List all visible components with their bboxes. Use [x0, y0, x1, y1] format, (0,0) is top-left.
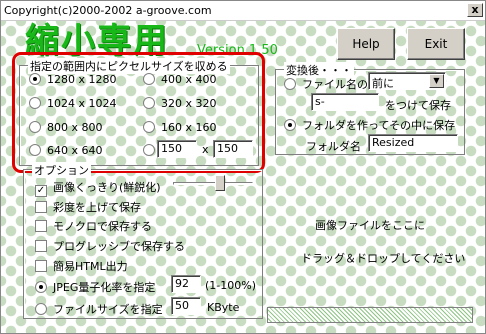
checkbox-icon	[35, 240, 47, 252]
app-logo: 縮小専用	[25, 21, 169, 61]
version-label: Version 1.50	[197, 43, 278, 58]
file-size-unit: KByte	[207, 301, 240, 314]
checkmark-icon: ✓	[35, 185, 47, 197]
chevron-down-icon[interactable]: ▼	[429, 74, 444, 88]
folder-option[interactable]: フォルダを作ってその中に保存	[284, 117, 455, 132]
custom-size-separator: x	[202, 143, 209, 156]
position-select[interactable]: 前に ▼	[368, 72, 446, 90]
radio-icon	[284, 78, 296, 90]
options-group-legend: オプション	[32, 162, 91, 178]
prefix-input[interactable]: s-	[311, 93, 379, 111]
saturation-checkbox[interactable]: 彩度を上げて保存	[35, 199, 141, 214]
jpeg-quality-range: (1-100%)	[205, 279, 256, 292]
radio-icon	[29, 73, 41, 85]
progressive-checkbox[interactable]: プログレッシブで保存する	[35, 238, 185, 253]
app-window: Copyright(c)2000-2002 a-groove.com x 縮小専…	[0, 0, 486, 334]
radio-icon	[284, 119, 296, 131]
radio-icon	[29, 97, 41, 109]
close-button[interactable]: x	[467, 3, 483, 17]
drop-hint-line1: 画像ファイルをここに	[315, 219, 425, 232]
help-button[interactable]: Help	[337, 28, 395, 60]
prefix-suffix-label: をつけて保存	[385, 99, 451, 112]
jpeg-quality-option[interactable]: JPEG量子化率を指定	[35, 279, 155, 294]
sharpen-slider-track[interactable]	[173, 182, 253, 185]
size-group-legend: 指定の範囲内にピクセルサイズを収める	[28, 58, 230, 74]
custom-width-input[interactable]: 150	[157, 140, 197, 158]
exit-button[interactable]: Exit	[407, 28, 465, 60]
drop-hint-line2: ドラッグ＆ドロップしてください	[301, 252, 466, 265]
radio-icon	[143, 144, 155, 156]
file-size-input[interactable]: 50	[171, 297, 201, 315]
checkbox-icon	[35, 220, 47, 232]
size-option-1024[interactable]: 1024 x 1024	[29, 97, 117, 111]
sharpen-slider-thumb[interactable]	[215, 175, 225, 191]
radio-icon	[35, 281, 47, 293]
monochrome-checkbox[interactable]: モノクロで保存する	[35, 218, 152, 233]
radio-icon	[29, 121, 41, 133]
radio-icon	[29, 144, 41, 156]
radio-icon	[143, 97, 155, 109]
file-size-option[interactable]: ファイルサイズを指定	[35, 301, 163, 316]
progress-bar	[267, 307, 473, 323]
size-option-160[interactable]: 160 x 160	[143, 121, 217, 135]
folder-name-label: フォルダ名	[306, 140, 361, 153]
jpeg-quality-input[interactable]: 92	[171, 275, 201, 293]
size-option-320[interactable]: 320 x 320	[143, 97, 217, 111]
folder-name-input[interactable]: Resized	[368, 134, 458, 152]
custom-height-input[interactable]: 150	[213, 140, 253, 158]
radio-icon	[143, 121, 155, 133]
size-option-400[interactable]: 400 x 400	[143, 73, 217, 87]
sharpen-checkbox[interactable]: ✓ 画像くっきり(鮮鋭化)	[35, 179, 161, 197]
radio-icon	[143, 73, 155, 85]
simple-html-checkbox[interactable]: 簡易HTML出力	[35, 258, 128, 273]
radio-icon	[35, 303, 47, 315]
checkbox-icon	[35, 260, 47, 272]
size-option-800[interactable]: 800 x 800	[29, 121, 103, 135]
size-option-640[interactable]: 640 x 640	[29, 144, 103, 158]
filename-option[interactable]: ファイル名の	[284, 76, 368, 91]
size-option-1280[interactable]: 1280 x 1280	[29, 73, 117, 87]
checkbox-icon	[35, 201, 47, 213]
